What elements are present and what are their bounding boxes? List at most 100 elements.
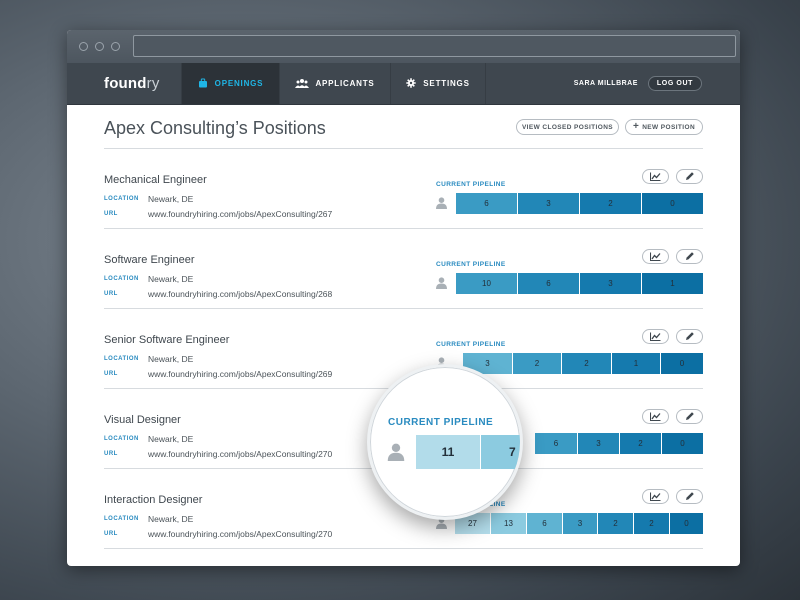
nav-openings[interactable]: OPENINGS xyxy=(181,63,279,104)
current-pipeline-label: CURRENT PIPELINE xyxy=(436,341,506,348)
pipeline-bar[interactable]: 3 xyxy=(578,433,619,454)
nav-applicants-label: APPLICANTS xyxy=(315,79,375,88)
edit-button[interactable] xyxy=(676,249,703,264)
magnified-pipeline-bar: 11 xyxy=(416,435,480,469)
analytics-button[interactable] xyxy=(642,409,669,424)
pipeline-bar[interactable]: 0 xyxy=(670,513,703,534)
pipeline-bar[interactable]: 0 xyxy=(642,193,703,214)
logo-light: ry xyxy=(146,75,160,92)
new-position-button[interactable]: + NEW POSITION xyxy=(625,119,703,135)
edit-button[interactable] xyxy=(676,329,703,344)
pipeline-bar[interactable]: 0 xyxy=(662,433,703,454)
position-title[interactable]: Visual Designer xyxy=(104,414,181,426)
magnified-person-icon xyxy=(387,443,405,461)
logout-button[interactable]: LOG OUT xyxy=(647,76,702,91)
location-label: LOCATION xyxy=(104,276,139,282)
edit-button[interactable] xyxy=(676,409,703,424)
pencil-icon xyxy=(685,328,695,346)
pipeline-bar[interactable]: 3 xyxy=(518,193,579,214)
position-title[interactable]: Interaction Designer xyxy=(104,494,202,506)
pipeline-bar[interactable]: 1 xyxy=(642,273,703,294)
address-bar[interactable] xyxy=(133,35,736,57)
location-value: Newark, DE xyxy=(148,354,194,364)
chart-icon xyxy=(649,328,661,346)
analytics-button[interactable] xyxy=(642,489,669,504)
page-header: Apex Consulting’s Positions VIEW CLOSED … xyxy=(104,105,703,149)
position-row: Mechanical Engineer LOCATION Newark, DE … xyxy=(104,149,703,229)
position-row: Software Engineer LOCATION Newark, DE UR… xyxy=(104,229,703,309)
location-label: LOCATION xyxy=(104,196,139,202)
pipeline-bar[interactable]: 6 xyxy=(527,513,562,534)
location-value: Newark, DE xyxy=(148,194,194,204)
url-label: URL xyxy=(104,451,118,457)
window-maximize-dot[interactable] xyxy=(111,42,120,51)
pencil-icon xyxy=(685,488,695,506)
location-value: Newark, DE xyxy=(148,274,194,284)
location-value: Newark, DE xyxy=(148,434,194,444)
view-closed-positions-button[interactable]: VIEW CLOSED POSITIONS xyxy=(516,119,619,135)
pencil-icon xyxy=(685,168,695,186)
location-label: LOCATION xyxy=(104,436,139,442)
location-label: LOCATION xyxy=(104,516,139,522)
logo-bold: found xyxy=(104,75,147,92)
people-icon xyxy=(295,78,310,89)
pipeline-bar[interactable]: 6 xyxy=(518,273,579,294)
position-title[interactable]: Mechanical Engineer xyxy=(104,174,207,186)
url-value[interactable]: www.foundryhiring.com/jobs/ApexConsultin… xyxy=(148,289,332,299)
pencil-icon xyxy=(685,248,695,266)
person-icon xyxy=(436,196,447,209)
analytics-button[interactable] xyxy=(642,169,669,184)
location-label: LOCATION xyxy=(104,356,139,362)
nav-applicants[interactable]: APPLICANTS xyxy=(279,63,390,104)
pipeline-bars: 27 13 6 3 2 2 0 xyxy=(455,513,703,534)
analytics-button[interactable] xyxy=(642,249,669,264)
url-value[interactable]: www.foundryhiring.com/jobs/ApexConsultin… xyxy=(148,529,332,539)
nav-settings[interactable]: SETTINGS xyxy=(390,63,486,104)
pipeline-bar[interactable]: 2 xyxy=(598,513,633,534)
edit-button[interactable] xyxy=(676,489,703,504)
pipeline-bar[interactable]: 6 xyxy=(456,193,517,214)
window-minimize-dot[interactable] xyxy=(95,42,104,51)
url-label: URL xyxy=(104,291,118,297)
pipeline-bar[interactable]: 2 xyxy=(513,353,561,374)
url-value[interactable]: www.foundryhiring.com/jobs/ApexConsultin… xyxy=(148,449,332,459)
url-value[interactable]: www.foundryhiring.com/jobs/ApexConsultin… xyxy=(148,209,332,219)
plus-icon: + xyxy=(632,121,640,132)
window-close-dot[interactable] xyxy=(79,42,88,51)
pipeline-bar[interactable]: 6 xyxy=(535,433,577,454)
pipeline-bar[interactable]: 2 xyxy=(580,193,641,214)
nav-user-area: SARA MILLBRAE LOG OUT xyxy=(574,63,702,104)
user-name: SARA MILLBRAE xyxy=(573,80,638,87)
pipeline-bar[interactable]: 1 xyxy=(612,353,660,374)
chart-icon xyxy=(649,168,661,186)
pipeline-bar[interactable]: 2 xyxy=(634,513,669,534)
edit-button[interactable] xyxy=(676,169,703,184)
pipeline-bar[interactable]: 3 xyxy=(580,273,641,294)
analytics-button[interactable] xyxy=(642,329,669,344)
chart-icon xyxy=(649,408,661,426)
magnified-pipeline-bar: 7 xyxy=(481,435,520,469)
pipeline-bar[interactable]: 0 xyxy=(661,353,703,374)
current-pipeline-label: CURRENT PIPELINE xyxy=(436,181,506,188)
chart-icon xyxy=(649,488,661,506)
pipeline-bar[interactable]: 10 xyxy=(456,273,517,294)
page-title: Apex Consulting’s Positions xyxy=(104,118,326,138)
pipeline-bars: 6320 xyxy=(456,193,703,214)
pipeline-magnifier: CURRENT PIPELINE 11 7 xyxy=(367,364,523,520)
url-value[interactable]: www.foundryhiring.com/jobs/ApexConsultin… xyxy=(148,369,332,379)
pipeline-bar[interactable]: 13 xyxy=(491,513,526,534)
url-label: URL xyxy=(104,371,118,377)
pipeline-bar[interactable]: 2 xyxy=(620,433,661,454)
new-position-label: NEW POSITION xyxy=(642,123,696,131)
position-title[interactable]: Software Engineer xyxy=(104,254,195,266)
url-label: URL xyxy=(104,211,118,217)
location-value: Newark, DE xyxy=(148,514,194,524)
pipeline-bars: 10 6 3 1 xyxy=(456,273,703,294)
position-title[interactable]: Senior Software Engineer xyxy=(104,334,229,346)
person-icon xyxy=(436,276,447,289)
pipeline-bar[interactable]: 3 xyxy=(563,513,597,534)
view-closed-positions-label: VIEW CLOSED POSITIONS xyxy=(521,123,614,131)
app-logo[interactable]: found ry xyxy=(67,63,181,104)
pencil-icon xyxy=(685,408,695,426)
pipeline-bar[interactable]: 2 xyxy=(562,353,611,374)
